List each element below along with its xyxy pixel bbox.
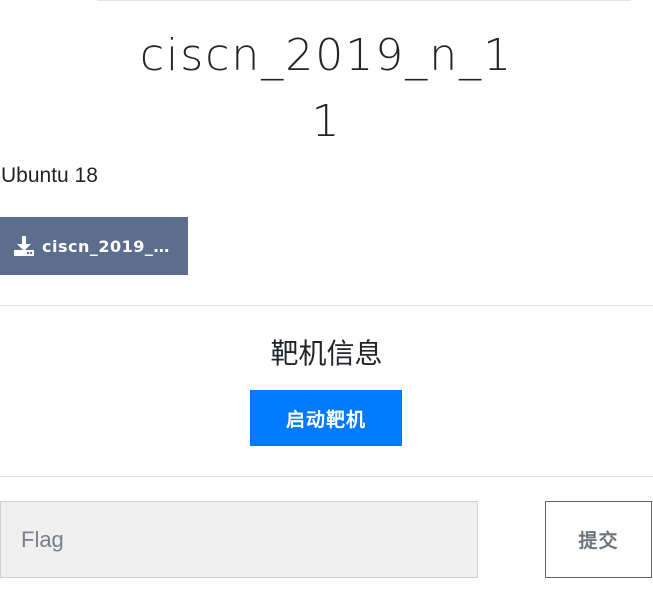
challenge-title: ciscn_2019_n_1 (139, 30, 514, 81)
challenge-points: 1 (311, 96, 342, 147)
submit-flag-button[interactable]: 提交 (545, 501, 652, 578)
challenge-description: Ubuntu 18 (1, 164, 98, 187)
instance-section-title: 靶机信息 (270, 337, 383, 370)
section-divider (0, 305, 653, 306)
top-divider (97, 0, 631, 1)
download-attachment-label: ciscn_2019_n... (42, 236, 180, 256)
section-divider (0, 476, 653, 477)
challenge-page: ciscn_2019_n_1 1 Ubuntu 18 ciscn_2019_n.… (0, 0, 653, 603)
start-instance-button[interactable]: 启动靶机 (250, 390, 402, 446)
download-attachment-button[interactable]: ciscn_2019_n... (0, 217, 188, 275)
download-icon (13, 235, 35, 257)
flag-input[interactable] (0, 501, 478, 578)
